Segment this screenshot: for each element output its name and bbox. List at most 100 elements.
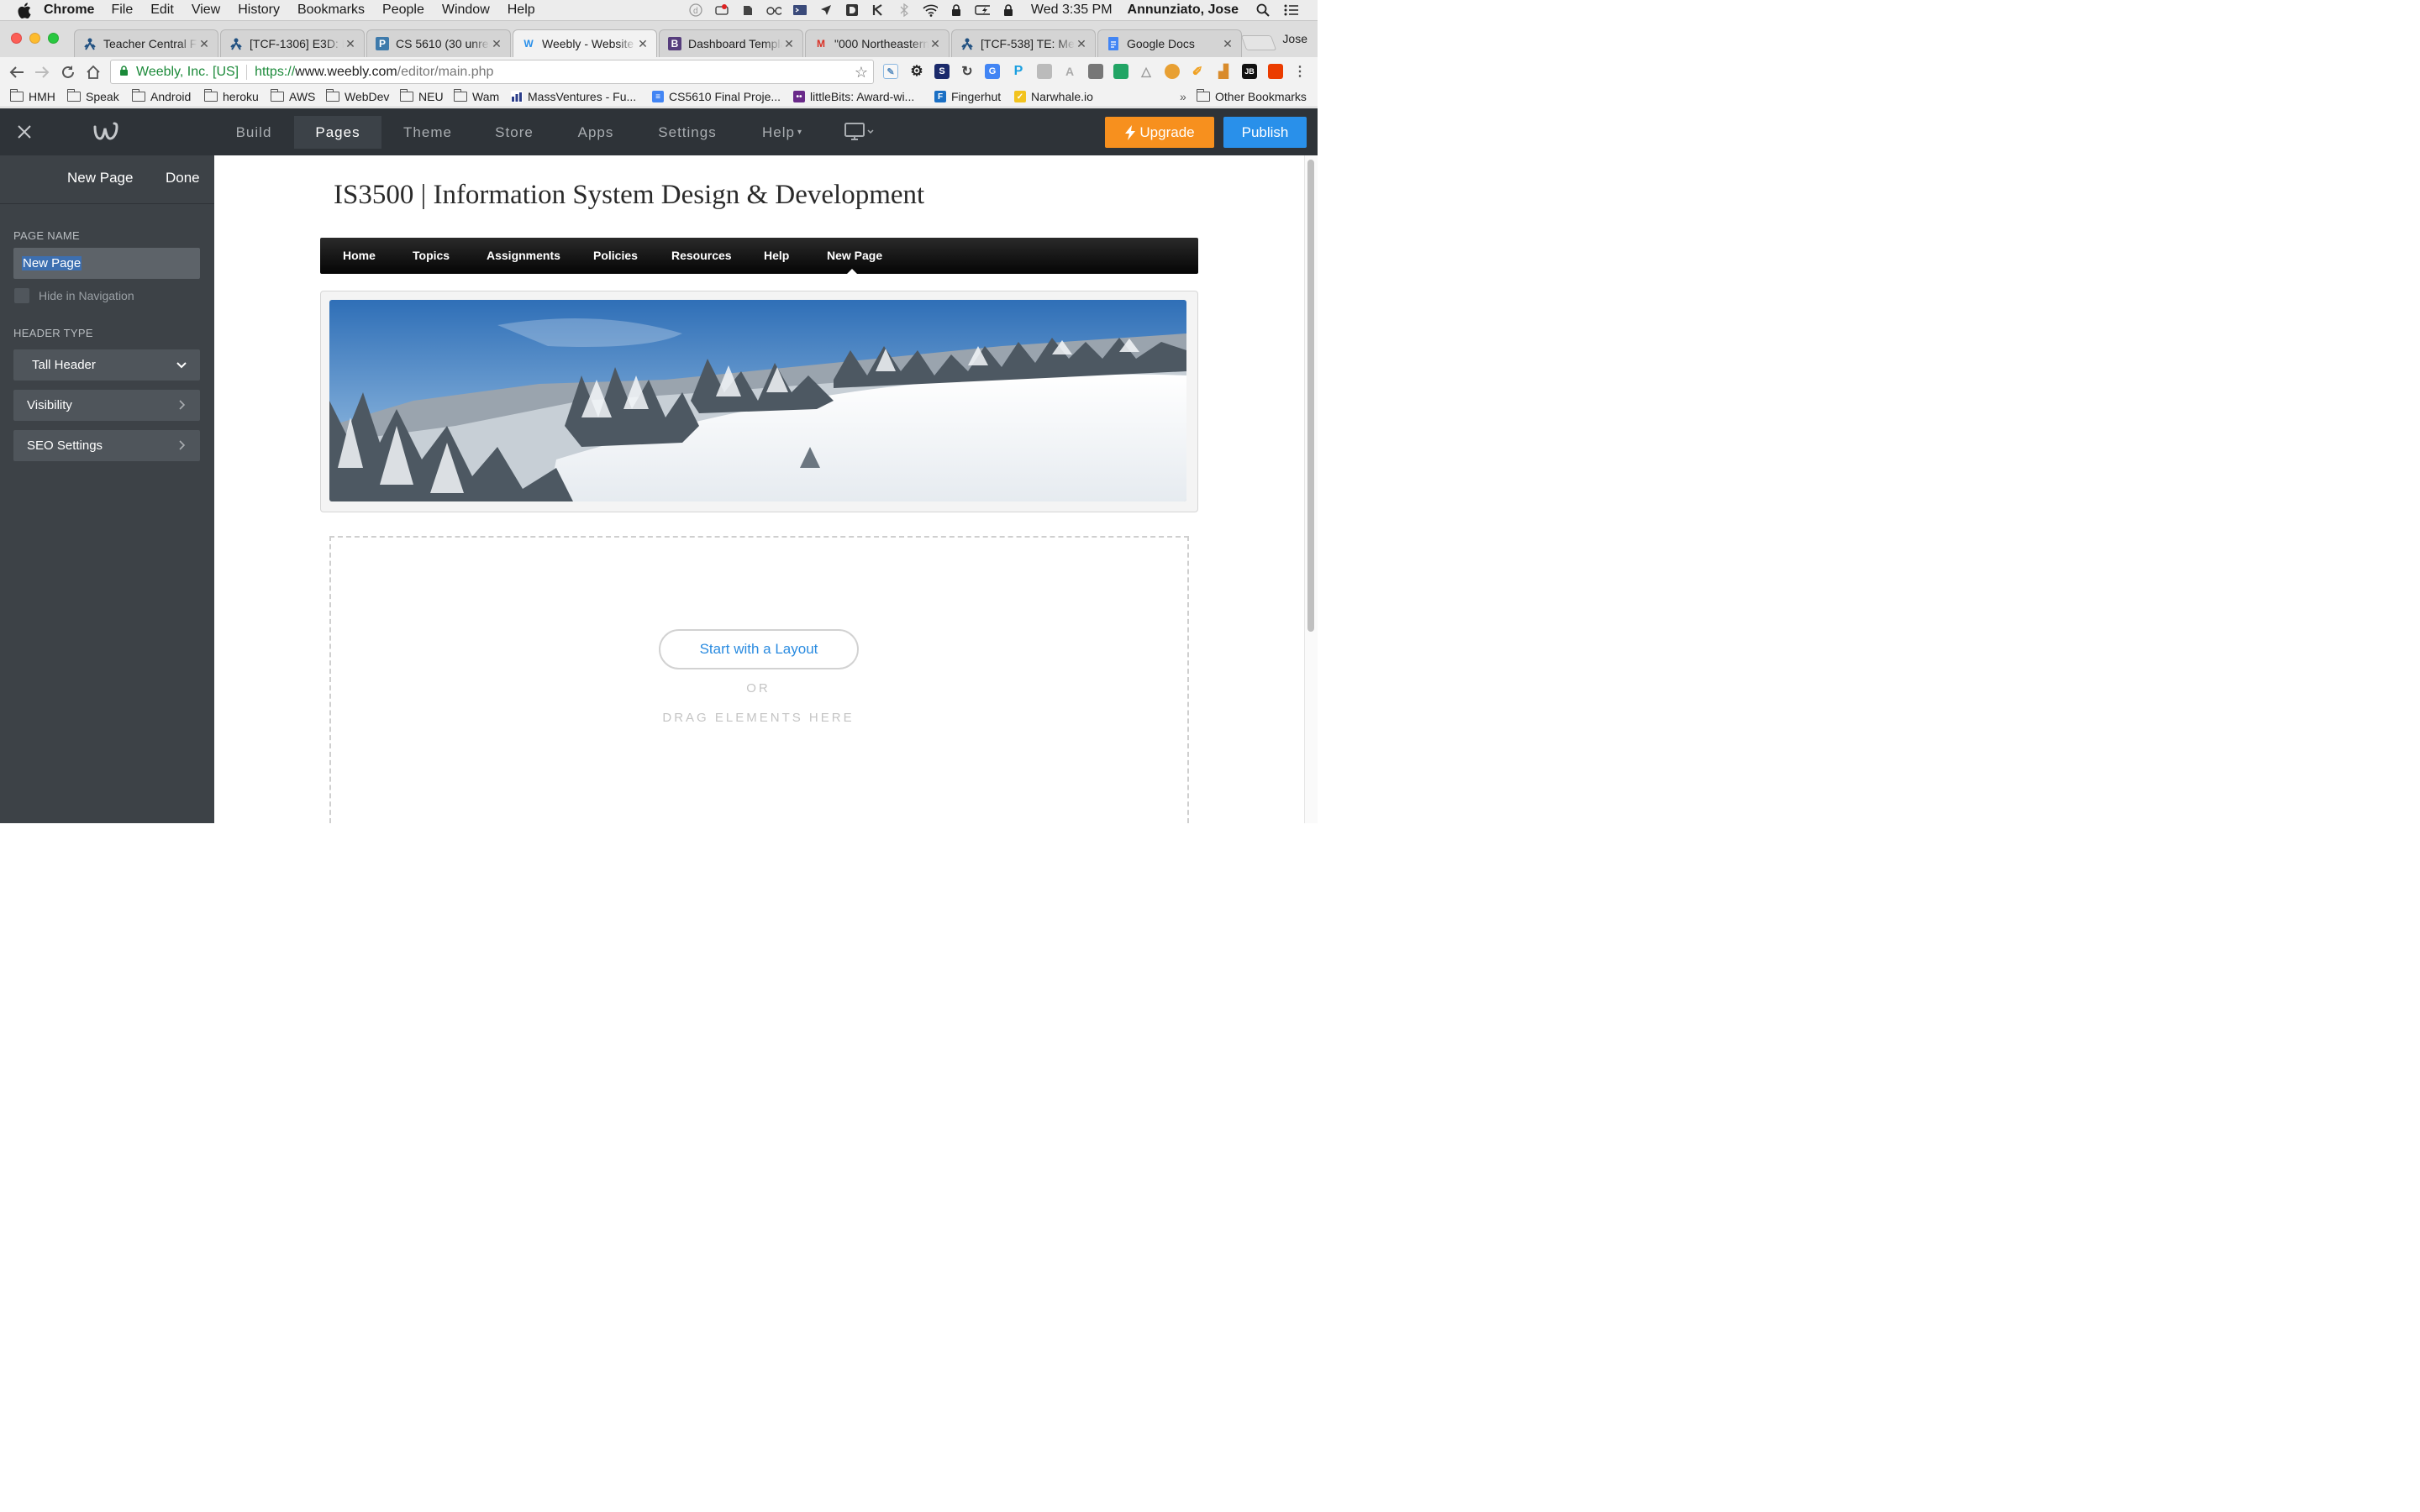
- back-arrow-icon[interactable]: [7, 62, 27, 82]
- publish-button[interactable]: Publish: [1223, 117, 1307, 148]
- bookmarks-overflow-button[interactable]: »: [1180, 90, 1186, 103]
- bookmark-folder[interactable]: heroku: [203, 89, 259, 103]
- bookmark-link[interactable]: MassVentures - Fu...: [511, 90, 636, 103]
- browser-tab[interactable]: Google Docs ✕: [1097, 29, 1242, 57]
- site-identity[interactable]: Weebly, Inc. [US]: [136, 65, 239, 80]
- wifi-icon[interactable]: [923, 3, 938, 17]
- highlighter-extension-icon[interactable]: ✐: [1190, 64, 1205, 79]
- bookmark-link[interactable]: ≡ CS5610 Final Proje...: [652, 90, 781, 103]
- profile-button[interactable]: Jose: [1282, 32, 1307, 45]
- office-extension-icon[interactable]: [1268, 64, 1283, 79]
- forward-arrow-icon[interactable]: [32, 62, 52, 82]
- browser-tab[interactable]: P CS 5610 (30 unrea ✕: [366, 29, 511, 57]
- site-nav-home[interactable]: Home: [343, 249, 376, 262]
- bookmark-link[interactable]: ✓ Narwhale.io: [1014, 90, 1093, 103]
- site-nav-topics[interactable]: Topics: [413, 249, 450, 262]
- other-bookmarks-folder[interactable]: Other Bookmarks: [1196, 89, 1307, 103]
- nav-build[interactable]: Build: [227, 116, 281, 149]
- k-app-icon[interactable]: [871, 3, 886, 17]
- browser-tab[interactable]: [TCF-1306] E3D: D ✕: [220, 29, 365, 57]
- pinterest-extension-icon[interactable]: P: [1011, 64, 1026, 79]
- apple-icon[interactable]: [17, 2, 32, 18]
- tab-close-icon[interactable]: ✕: [636, 37, 650, 51]
- ext-square-icon[interactable]: [1037, 64, 1052, 79]
- location-arrow-icon[interactable]: [818, 3, 834, 17]
- lock-icon[interactable]: [949, 3, 964, 17]
- window-zoom-button[interactable]: [48, 33, 59, 44]
- browser-tab[interactable]: M "000 Northeastern ✕: [805, 29, 950, 57]
- bookmark-link[interactable]: •• littleBits: Award-wi...: [793, 90, 914, 103]
- menu-help[interactable]: Help: [508, 3, 535, 18]
- nav-help[interactable]: Help ▾: [753, 116, 812, 149]
- current-user[interactable]: Annunziato, Jose: [1128, 3, 1239, 18]
- stylish-extension-icon[interactable]: S: [934, 64, 950, 79]
- menu-bookmarks[interactable]: Bookmarks: [297, 3, 365, 18]
- menu-edit[interactable]: Edit: [150, 3, 174, 18]
- tab-close-icon[interactable]: ✕: [344, 37, 357, 51]
- site-nav-resources[interactable]: Resources: [671, 249, 732, 262]
- menu-history[interactable]: History: [238, 3, 280, 18]
- glasses-icon[interactable]: [766, 3, 781, 17]
- gear-extension-icon[interactable]: ⚙: [909, 63, 924, 79]
- canvas-scrollbar-thumb[interactable]: [1307, 160, 1314, 632]
- bookmark-folder[interactable]: NEU: [399, 89, 444, 103]
- bookmark-folder[interactable]: Speak: [66, 89, 119, 103]
- sheets-extension-icon[interactable]: [1113, 64, 1128, 79]
- bookmark-star-icon[interactable]: ☆: [855, 64, 868, 81]
- site-nav-assignments[interactable]: Assignments: [487, 249, 560, 262]
- menu-view[interactable]: View: [192, 3, 220, 18]
- menu-window[interactable]: Window: [442, 3, 490, 18]
- menu-file[interactable]: File: [111, 3, 133, 18]
- visibility-row[interactable]: Visibility: [13, 390, 200, 421]
- browser-tab[interactable]: B Dashboard Templa ✕: [659, 29, 803, 57]
- seo-settings-row[interactable]: SEO Settings: [13, 430, 200, 461]
- bookmark-folder[interactable]: WebDev: [325, 89, 389, 103]
- browser-tab-active[interactable]: W Weebly - Website ✕: [513, 29, 657, 57]
- ruler-extension-icon[interactable]: ▟: [1216, 64, 1231, 79]
- bookmark-folder[interactable]: Android: [131, 89, 191, 103]
- upgrade-button[interactable]: Upgrade: [1105, 117, 1214, 148]
- notes-extension-icon[interactable]: ✎: [883, 64, 898, 79]
- chrome-extension-icon[interactable]: [1165, 64, 1180, 79]
- nav-store[interactable]: Store: [486, 116, 543, 149]
- jetbrains-extension-icon[interactable]: JB: [1242, 64, 1257, 79]
- home-icon[interactable]: [83, 62, 103, 82]
- tab-close-icon[interactable]: ✕: [929, 37, 942, 51]
- sync-extension-icon[interactable]: ↻: [960, 64, 975, 79]
- terminal-icon[interactable]: [792, 3, 808, 17]
- spark-icon[interactable]: [714, 3, 729, 17]
- site-nav-policies[interactable]: Policies: [593, 249, 638, 262]
- site-nav-help[interactable]: Help: [764, 249, 789, 262]
- page-name-input[interactable]: New Page: [13, 248, 200, 279]
- menu-people[interactable]: People: [382, 3, 424, 18]
- tab-close-icon[interactable]: ✕: [490, 37, 503, 51]
- bluetooth-icon[interactable]: [897, 3, 912, 17]
- user-lock-icon[interactable]: [1001, 3, 1016, 17]
- nav-apps[interactable]: Apps: [570, 116, 622, 149]
- tab-close-icon[interactable]: ✕: [197, 37, 211, 51]
- window-close-button[interactable]: [11, 33, 22, 44]
- browser-tab[interactable]: [TCF-538] TE: Mes ✕: [951, 29, 1096, 57]
- bookmark-folder[interactable]: Wam: [453, 89, 499, 103]
- tab-close-icon[interactable]: ✕: [1221, 37, 1234, 51]
- menu-app-name[interactable]: Chrome: [44, 3, 94, 18]
- dropbox-icon[interactable]: [844, 3, 860, 17]
- browser-tab[interactable]: Teacher Central Fr ✕: [74, 29, 218, 57]
- evernote-icon[interactable]: [740, 3, 755, 17]
- bookmark-folder[interactable]: HMH: [9, 89, 55, 103]
- window-minimize-button[interactable]: [29, 33, 40, 44]
- content-drop-zone[interactable]: [329, 536, 1189, 823]
- hide-in-navigation-checkbox[interactable]: [14, 288, 29, 303]
- notification-center-icon[interactable]: [1284, 3, 1299, 17]
- desktop-preview-icon[interactable]: [844, 123, 875, 141]
- chrome-menu-icon[interactable]: ⋮: [1292, 64, 1307, 79]
- done-button[interactable]: Done: [166, 170, 200, 186]
- nav-pages[interactable]: Pages: [294, 116, 381, 149]
- angular-extension-icon[interactable]: A: [1062, 64, 1077, 79]
- hide-in-navigation-label[interactable]: Hide in Navigation: [39, 289, 134, 302]
- nav-theme[interactable]: Theme: [395, 116, 460, 149]
- weebly-logo-icon[interactable]: [93, 122, 120, 144]
- clock[interactable]: Wed 3:35 PM: [1031, 3, 1113, 18]
- header-image-snowy-forest[interactable]: [329, 300, 1186, 501]
- tab-close-icon[interactable]: ✕: [782, 37, 796, 51]
